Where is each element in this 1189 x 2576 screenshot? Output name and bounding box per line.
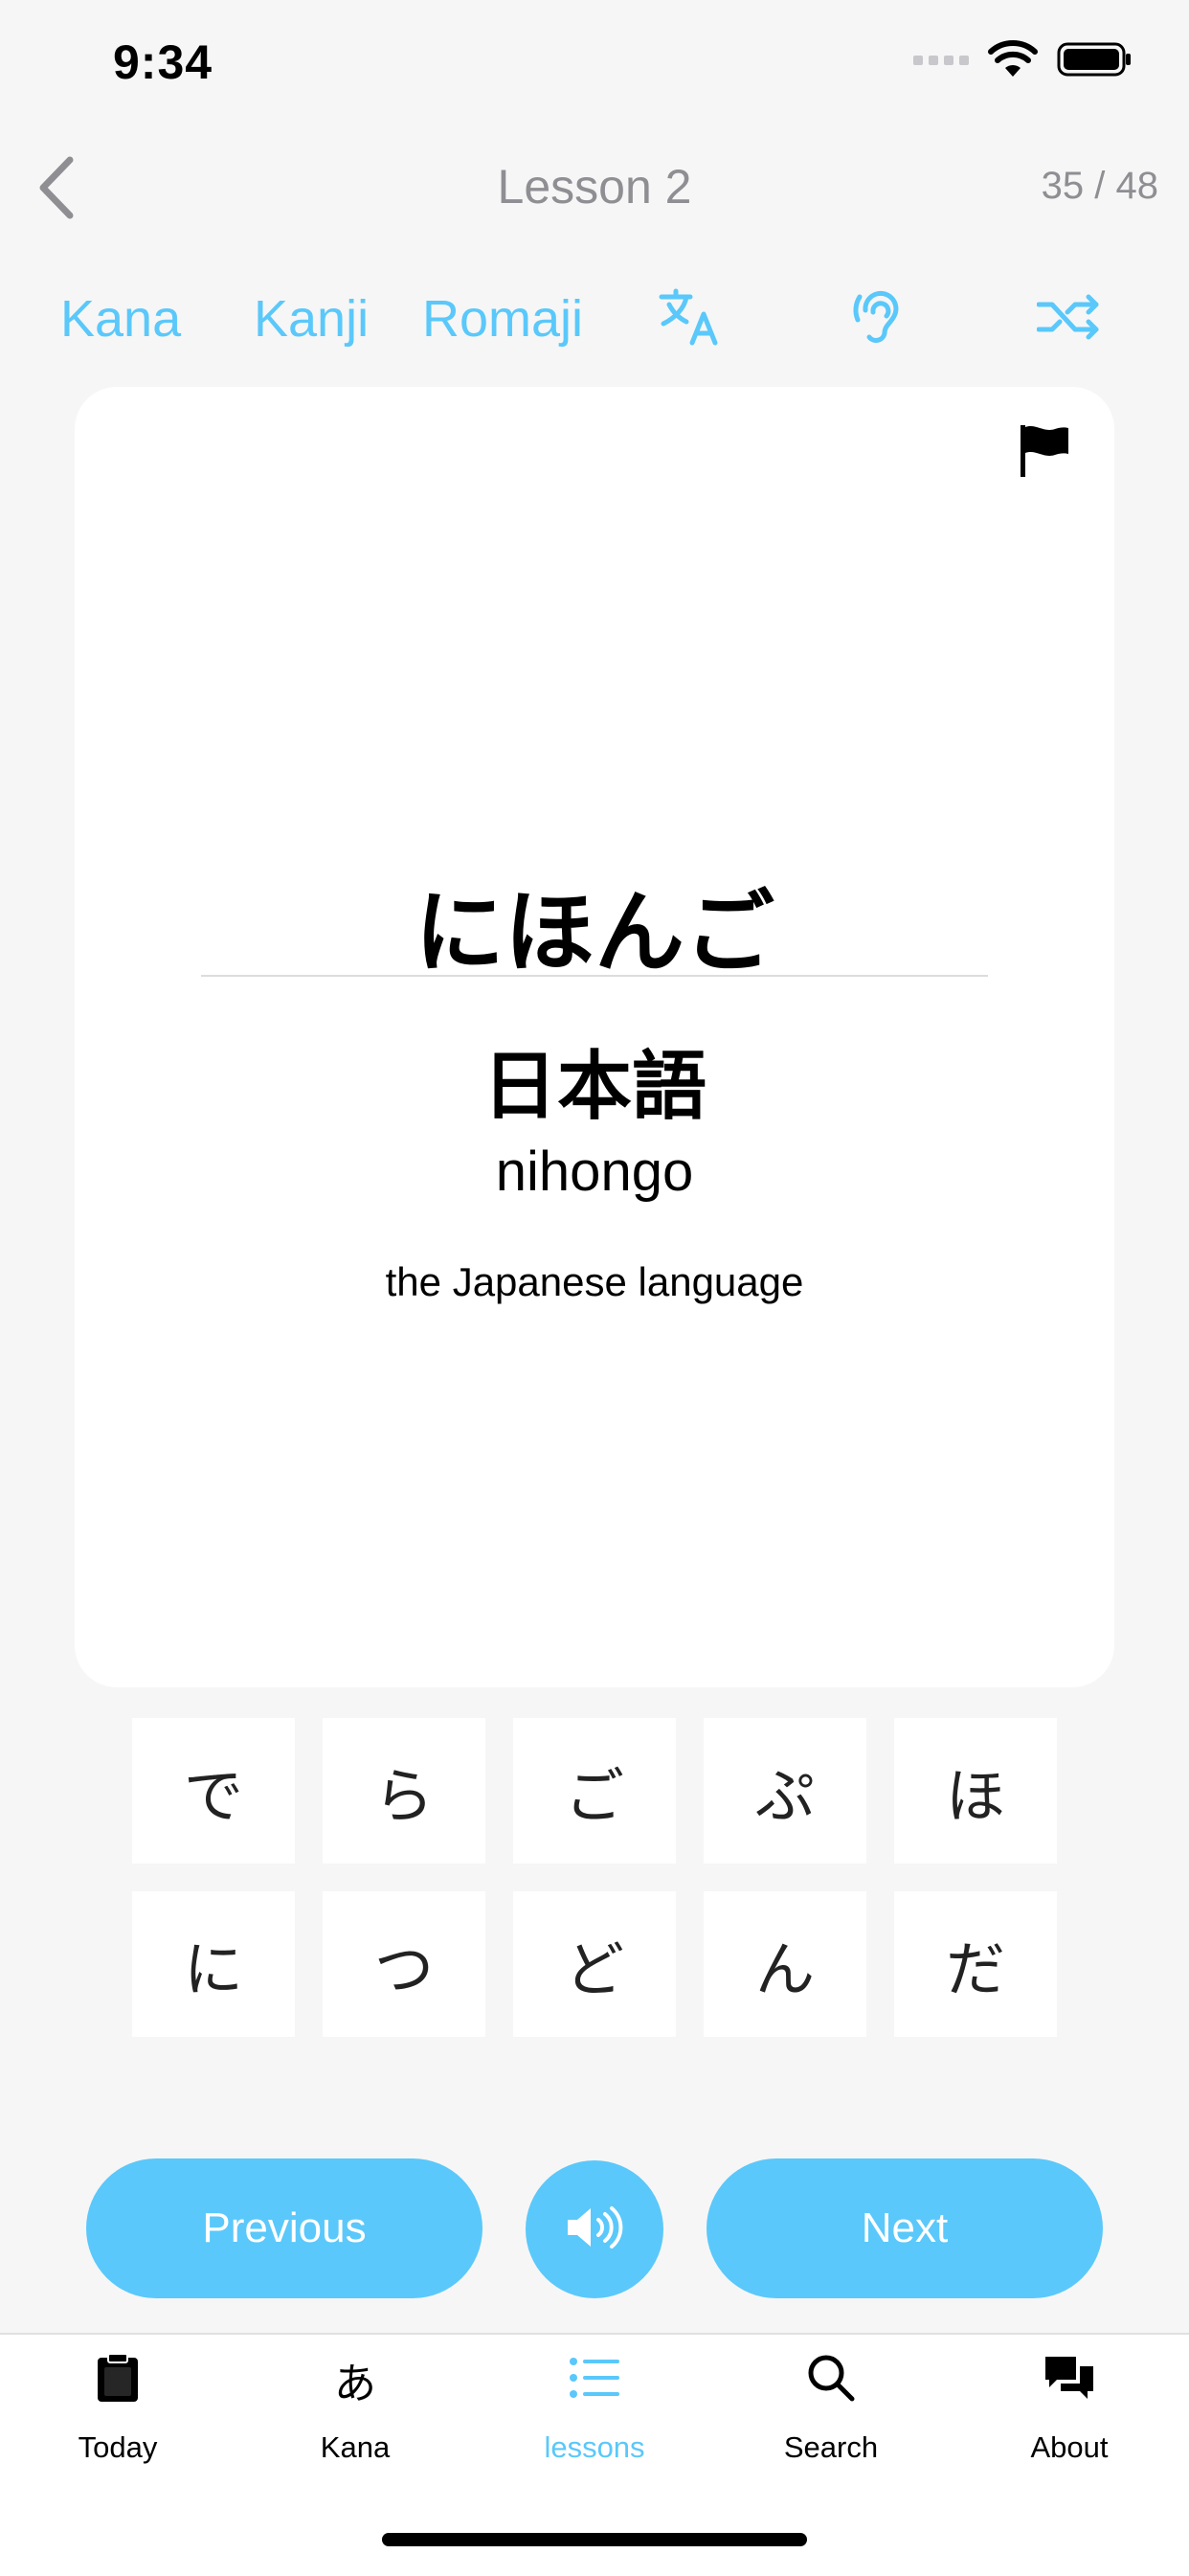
flag-icon [1017,425,1070,483]
list-icon [569,2357,620,2404]
status-icons [913,40,1133,83]
tab-label: Search [783,2430,879,2464]
previous-button[interactable]: Previous [86,2158,482,2298]
mode-kana-button[interactable]: Kana [60,289,181,349]
card-divider [201,975,988,977]
flag-button[interactable] [1017,421,1084,488]
card-counter: 35 / 48 [1041,165,1158,207]
mode-kanji-button[interactable]: Kanji [254,289,369,349]
kana-tile[interactable]: つ [323,1891,485,2037]
kana-tile[interactable]: ぷ [704,1718,866,1864]
kana-tile[interactable]: ご [513,1718,676,1864]
play-audio-button[interactable] [526,2160,663,2298]
next-button[interactable]: Next [707,2158,1103,2298]
kana-tile[interactable]: ん [704,1891,866,2037]
hiragana-a-icon: あ [334,2360,376,2408]
shuffle-button[interactable] [1028,282,1109,355]
kana-tile[interactable]: ほ [894,1718,1057,1864]
battery-icon [1057,40,1133,83]
tab-about[interactable]: About [974,2346,1165,2480]
shuffle-icon [1036,293,1100,346]
search-icon [807,2354,855,2407]
tab-kana[interactable]: あ Kana [259,2346,451,2480]
card-kanji: 日本語 [482,1044,707,1128]
kana-tile[interactable]: で [132,1718,295,1864]
tab-today[interactable]: Today [22,2346,213,2480]
kana-tile[interactable]: だ [894,1891,1057,2037]
kana-tile[interactable]: ら [323,1718,485,1864]
kana-tile[interactable]: ど [513,1891,676,2037]
tab-lessons[interactable]: lessons [499,2346,690,2480]
card-romaji: nihongo [495,1141,694,1203]
mode-romaji-button[interactable]: Romaji [422,289,583,349]
page-title: Lesson 2 [497,160,692,214]
speaker-icon [566,2204,623,2255]
home-indicator [382,2533,807,2546]
wifi-icon [988,40,1038,83]
tab-search[interactable]: Search [735,2346,927,2480]
card-kana: にほんご [414,882,774,983]
translate-icon [658,287,721,351]
tab-label: About [1030,2430,1109,2464]
tab-label: Today [78,2430,158,2464]
hearing-button[interactable] [839,282,919,355]
chat-bubbles-icon [1043,2353,1095,2407]
tab-label: Kana [320,2430,391,2464]
status-time: 9:34 [113,35,213,89]
card-meaning: the Japanese language [385,1259,804,1304]
cellular-signal-icon [913,52,969,72]
tab-label: lessons [544,2430,645,2464]
hearing-icon [852,287,906,351]
translate-button[interactable] [649,282,729,355]
kana-tile[interactable]: に [132,1891,295,2037]
clipboard-icon [96,2352,140,2408]
